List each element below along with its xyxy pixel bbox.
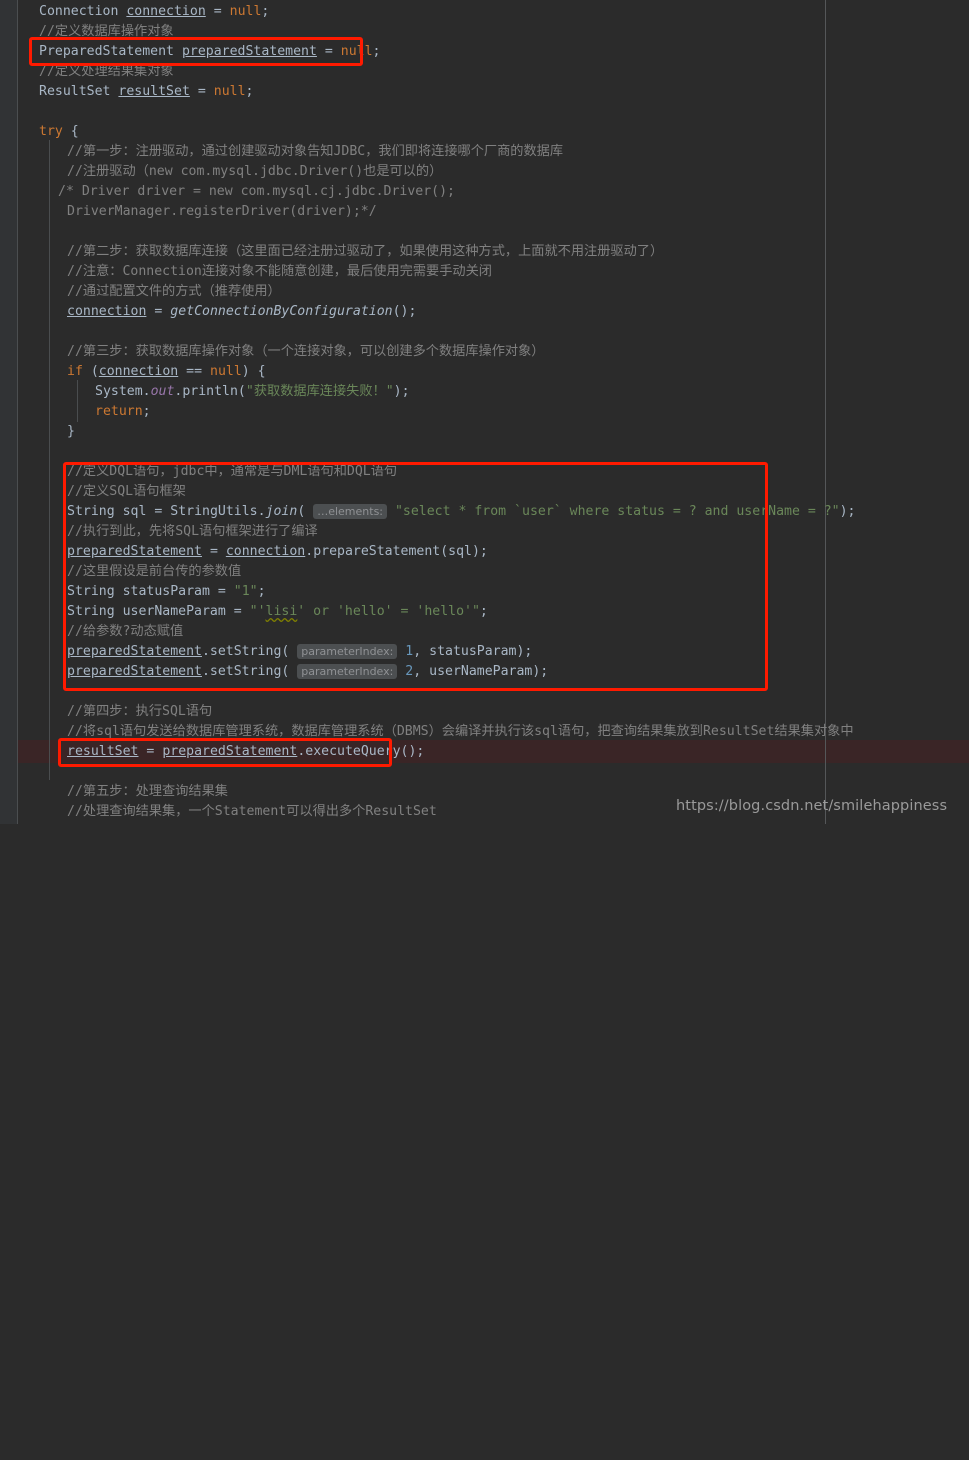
code-line-40: //第五步：处理查询结果集 bbox=[67, 784, 228, 799]
code-line-2: //定义数据库操作对象 bbox=[39, 24, 174, 39]
code-line-34: preparedStatement.setString( parameterIn… bbox=[67, 664, 549, 679]
code-line-28: preparedStatement = connection.prepareSt… bbox=[67, 544, 488, 559]
code-line-25: //定义SQL语句框架 bbox=[67, 484, 186, 499]
code-line-10: /* Driver driver = new com.mysql.cj.jdbc… bbox=[58, 184, 455, 199]
code-line-22: } bbox=[67, 424, 75, 439]
code-line-24: //定义DQL语句，jdbc中，通常是与DML语句和DQL语句 bbox=[67, 464, 398, 479]
code-line-16: connection = getConnectionByConfiguratio… bbox=[67, 304, 417, 319]
code-line-9: //注册驱动（new com.mysql.jdbc.Driver()也是可以的） bbox=[67, 164, 443, 179]
code-line-36: //第四步：执行SQL语句 bbox=[67, 704, 213, 719]
inlay-hint-parameter-index-2: parameterIndex: bbox=[297, 664, 398, 679]
code-line-3: PreparedStatement preparedStatement = nu… bbox=[39, 44, 381, 59]
code-line-13: //第二步：获取数据库连接（这里面已经注册过驱动了，如果使用这种方式，上面就不用… bbox=[67, 244, 664, 259]
code-editor[interactable]: Connection connection = null; //定义数据库操作对… bbox=[0, 0, 969, 824]
code-line-41: //处理查询结果集，一个Statement可以得出多个ResultSet bbox=[67, 804, 437, 819]
code-line-21: return; bbox=[95, 404, 151, 419]
code-content[interactable]: Connection connection = null; //定义数据库操作对… bbox=[0, 0, 969, 824]
code-line-4: //定义处理结果集对象 bbox=[39, 64, 174, 79]
code-line-8: //第一步：注册驱动，通过创建驱动对象告知JDBC，我们即将连接哪个厂商的数据库 bbox=[67, 144, 564, 159]
watermark-url: https://blog.csdn.net/smilehappiness bbox=[676, 798, 948, 814]
code-line-26: String sql = StringUtils.join( …elements… bbox=[67, 504, 856, 519]
code-line-1: Connection connection = null; bbox=[39, 4, 270, 19]
code-line-38: resultSet = preparedStatement.executeQue… bbox=[67, 744, 425, 759]
inlay-hint-elements: …elements: bbox=[313, 504, 388, 519]
code-line-7: try { bbox=[39, 124, 79, 139]
code-line-31: String userNameParam = "'lisi' or 'hello… bbox=[67, 604, 488, 619]
code-line-37: //将sql语句发送给数据库管理系统，数据库管理系统（DBMS）会编译并执行该s… bbox=[67, 724, 854, 739]
code-line-15: //通过配置文件的方式（推荐使用） bbox=[67, 284, 281, 299]
code-line-29: //这里假设是前台传的参数值 bbox=[67, 564, 242, 579]
code-line-19: if (connection == null) { bbox=[67, 364, 266, 379]
code-line-32: //给参数?动态赋值 bbox=[67, 624, 184, 639]
code-line-18: //第三步：获取数据库操作对象（一个连接对象，可以创建多个数据库操作对象） bbox=[67, 344, 545, 359]
code-line-11: DriverManager.registerDriver(driver);*/ bbox=[67, 204, 377, 219]
code-line-14: //注意：Connection连接对象不能随意创建，最后使用完需要手动关闭 bbox=[67, 264, 492, 279]
inlay-hint-parameter-index-1: parameterIndex: bbox=[297, 644, 398, 659]
code-line-27: //执行到此，先将SQL语句框架进行了编译 bbox=[67, 524, 318, 539]
code-line-33: preparedStatement.setString( parameterIn… bbox=[67, 644, 533, 659]
code-line-30: String statusParam = "1"; bbox=[67, 584, 266, 599]
code-line-20: System.out.println("获取数据库连接失败！"); bbox=[95, 384, 410, 399]
code-line-5: ResultSet resultSet = null; bbox=[39, 84, 254, 99]
